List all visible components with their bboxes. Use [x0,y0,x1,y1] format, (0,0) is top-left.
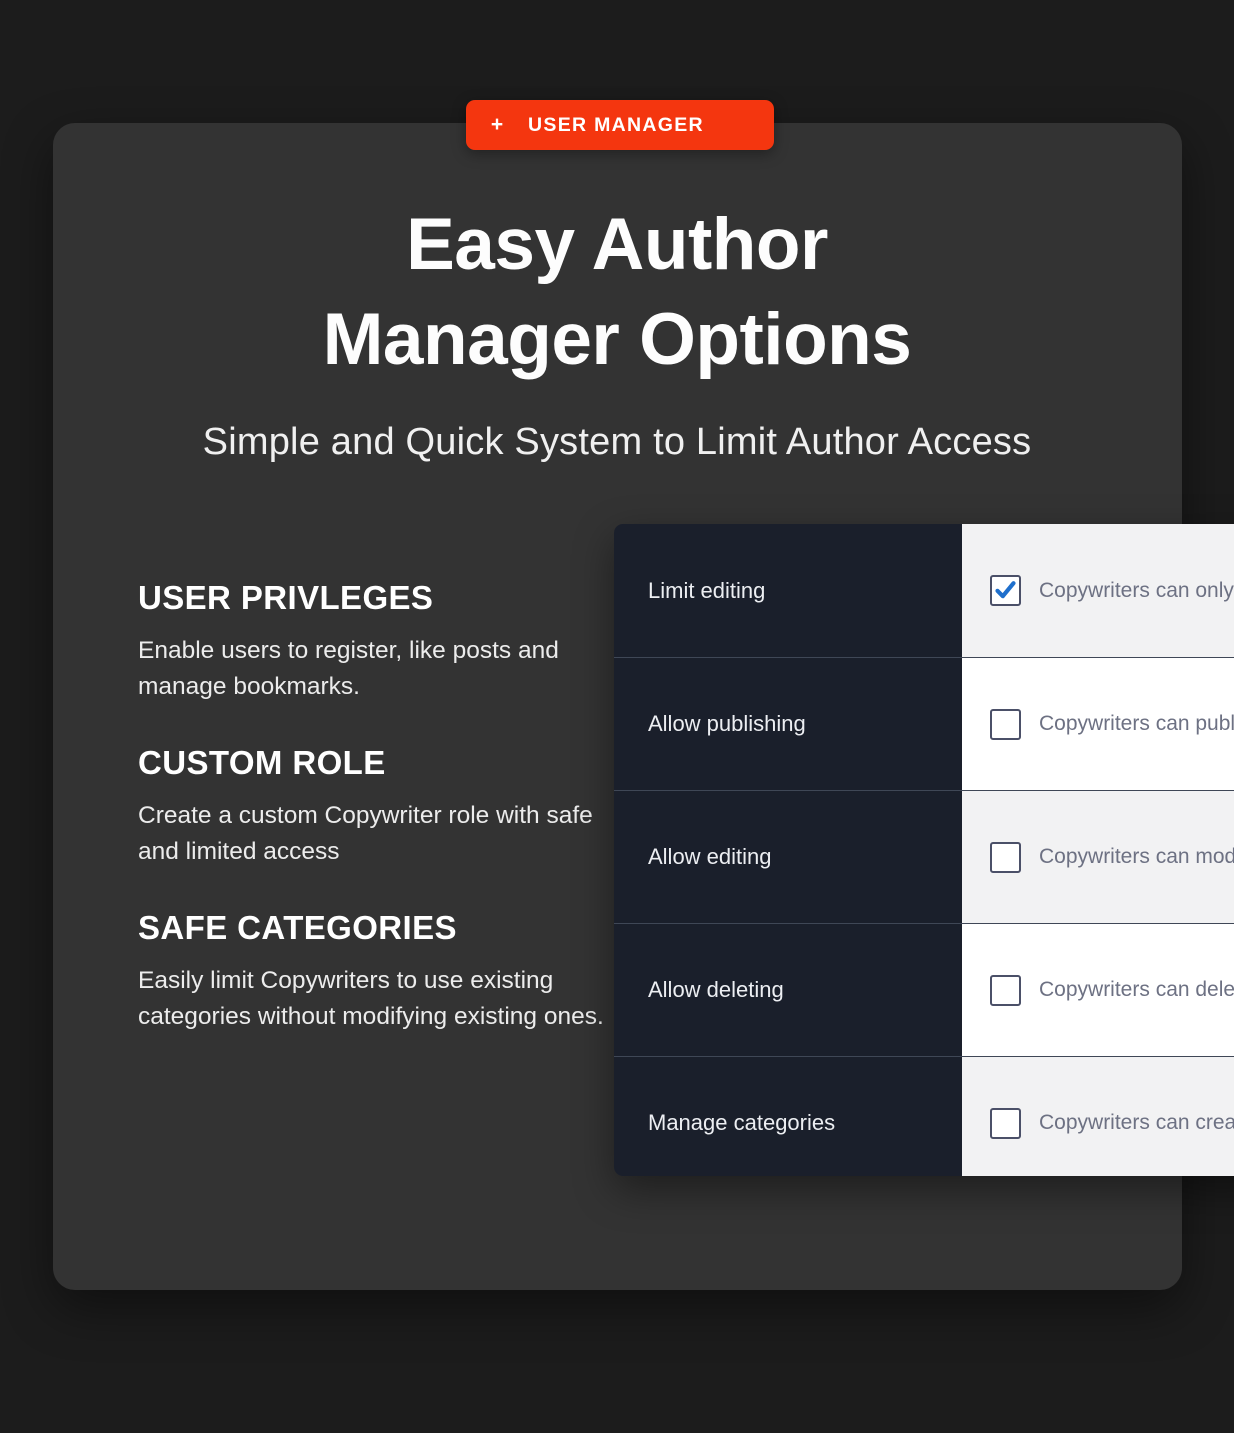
setting-value: Copywriters can only e [962,524,1234,657]
feature-item-custom-role: CUSTOM ROLE Create a custom Copywriter r… [138,743,608,870]
checkbox-limit-editing[interactable] [990,575,1021,606]
feature-title: CUSTOM ROLE [138,743,386,781]
setting-value: Copywriters can creat [962,1057,1234,1176]
table-row: Allow editing Copywriters can modi [614,790,1234,923]
settings-table: Limit editing Copywriters can only e All… [614,524,1234,1176]
setting-label: Allow deleting [614,924,962,1056]
table-row: Allow publishing Copywriters can publi [614,657,1234,790]
check-icon [995,581,1016,599]
setting-label: Allow editing [614,791,962,923]
page-title-line-2: Manager Options [322,298,912,380]
feature-item-user-privleges: USER PRIVLEGES Enable users to register,… [138,579,608,705]
checkbox-allow-editing[interactable] [990,841,1021,873]
setting-value: Copywriters can modi [962,791,1234,923]
feature-description: Easily limit Copywriters to use existing… [138,966,604,1030]
setting-description: Copywriters can publi [1039,712,1234,735]
promo-banner: + USER MANAGER Easy Author Manager Optio… [0,0,1234,1433]
feature-title: USER PRIVLEGES [138,579,434,616]
page-subtitle: Simple and Quick System to Limit Author … [202,421,1032,463]
checkbox-allow-deleting[interactable] [990,974,1021,1006]
feature-description: Enable users to register, like posts and… [138,636,559,700]
setting-label: Limit editing [614,524,962,657]
table-row: Manage categories Copywriters can creat [614,1056,1234,1176]
plus-icon: + [490,112,504,136]
checkbox-allow-publishing[interactable] [990,708,1021,740]
setting-label: Allow publishing [614,658,962,790]
badge-label: USER MANAGER [528,113,704,136]
page-title-line-1: Easy Author [406,204,828,285]
table-row: Limit editing Copywriters can only e [614,524,1234,657]
setting-description: Copywriters can delet [1039,978,1234,1001]
setting-label: Manage categories [614,1057,962,1176]
setting-value: Copywriters can delet [962,924,1234,1056]
feature-title: SAFE CATEGORIES [138,908,457,946]
setting-description: Copywriters can only e [1039,578,1234,602]
feature-description: Create a custom Copywriter role with saf… [138,801,593,865]
page-title: Easy Author Manager Options [0,198,1234,388]
feature-item-safe-categories: SAFE CATEGORIES Easily limit Copywriters… [138,908,608,1035]
table-row: Allow deleting Copywriters can delet [614,923,1234,1056]
feature-list: USER PRIVLEGES Enable users to register,… [138,579,608,1035]
user-manager-badge[interactable]: + USER MANAGER [466,100,774,150]
checkbox-manage-categories[interactable] [990,1107,1021,1139]
setting-description: Copywriters can creat [1039,1111,1234,1134]
setting-value: Copywriters can publi [962,658,1234,790]
setting-description: Copywriters can modi [1039,845,1234,868]
